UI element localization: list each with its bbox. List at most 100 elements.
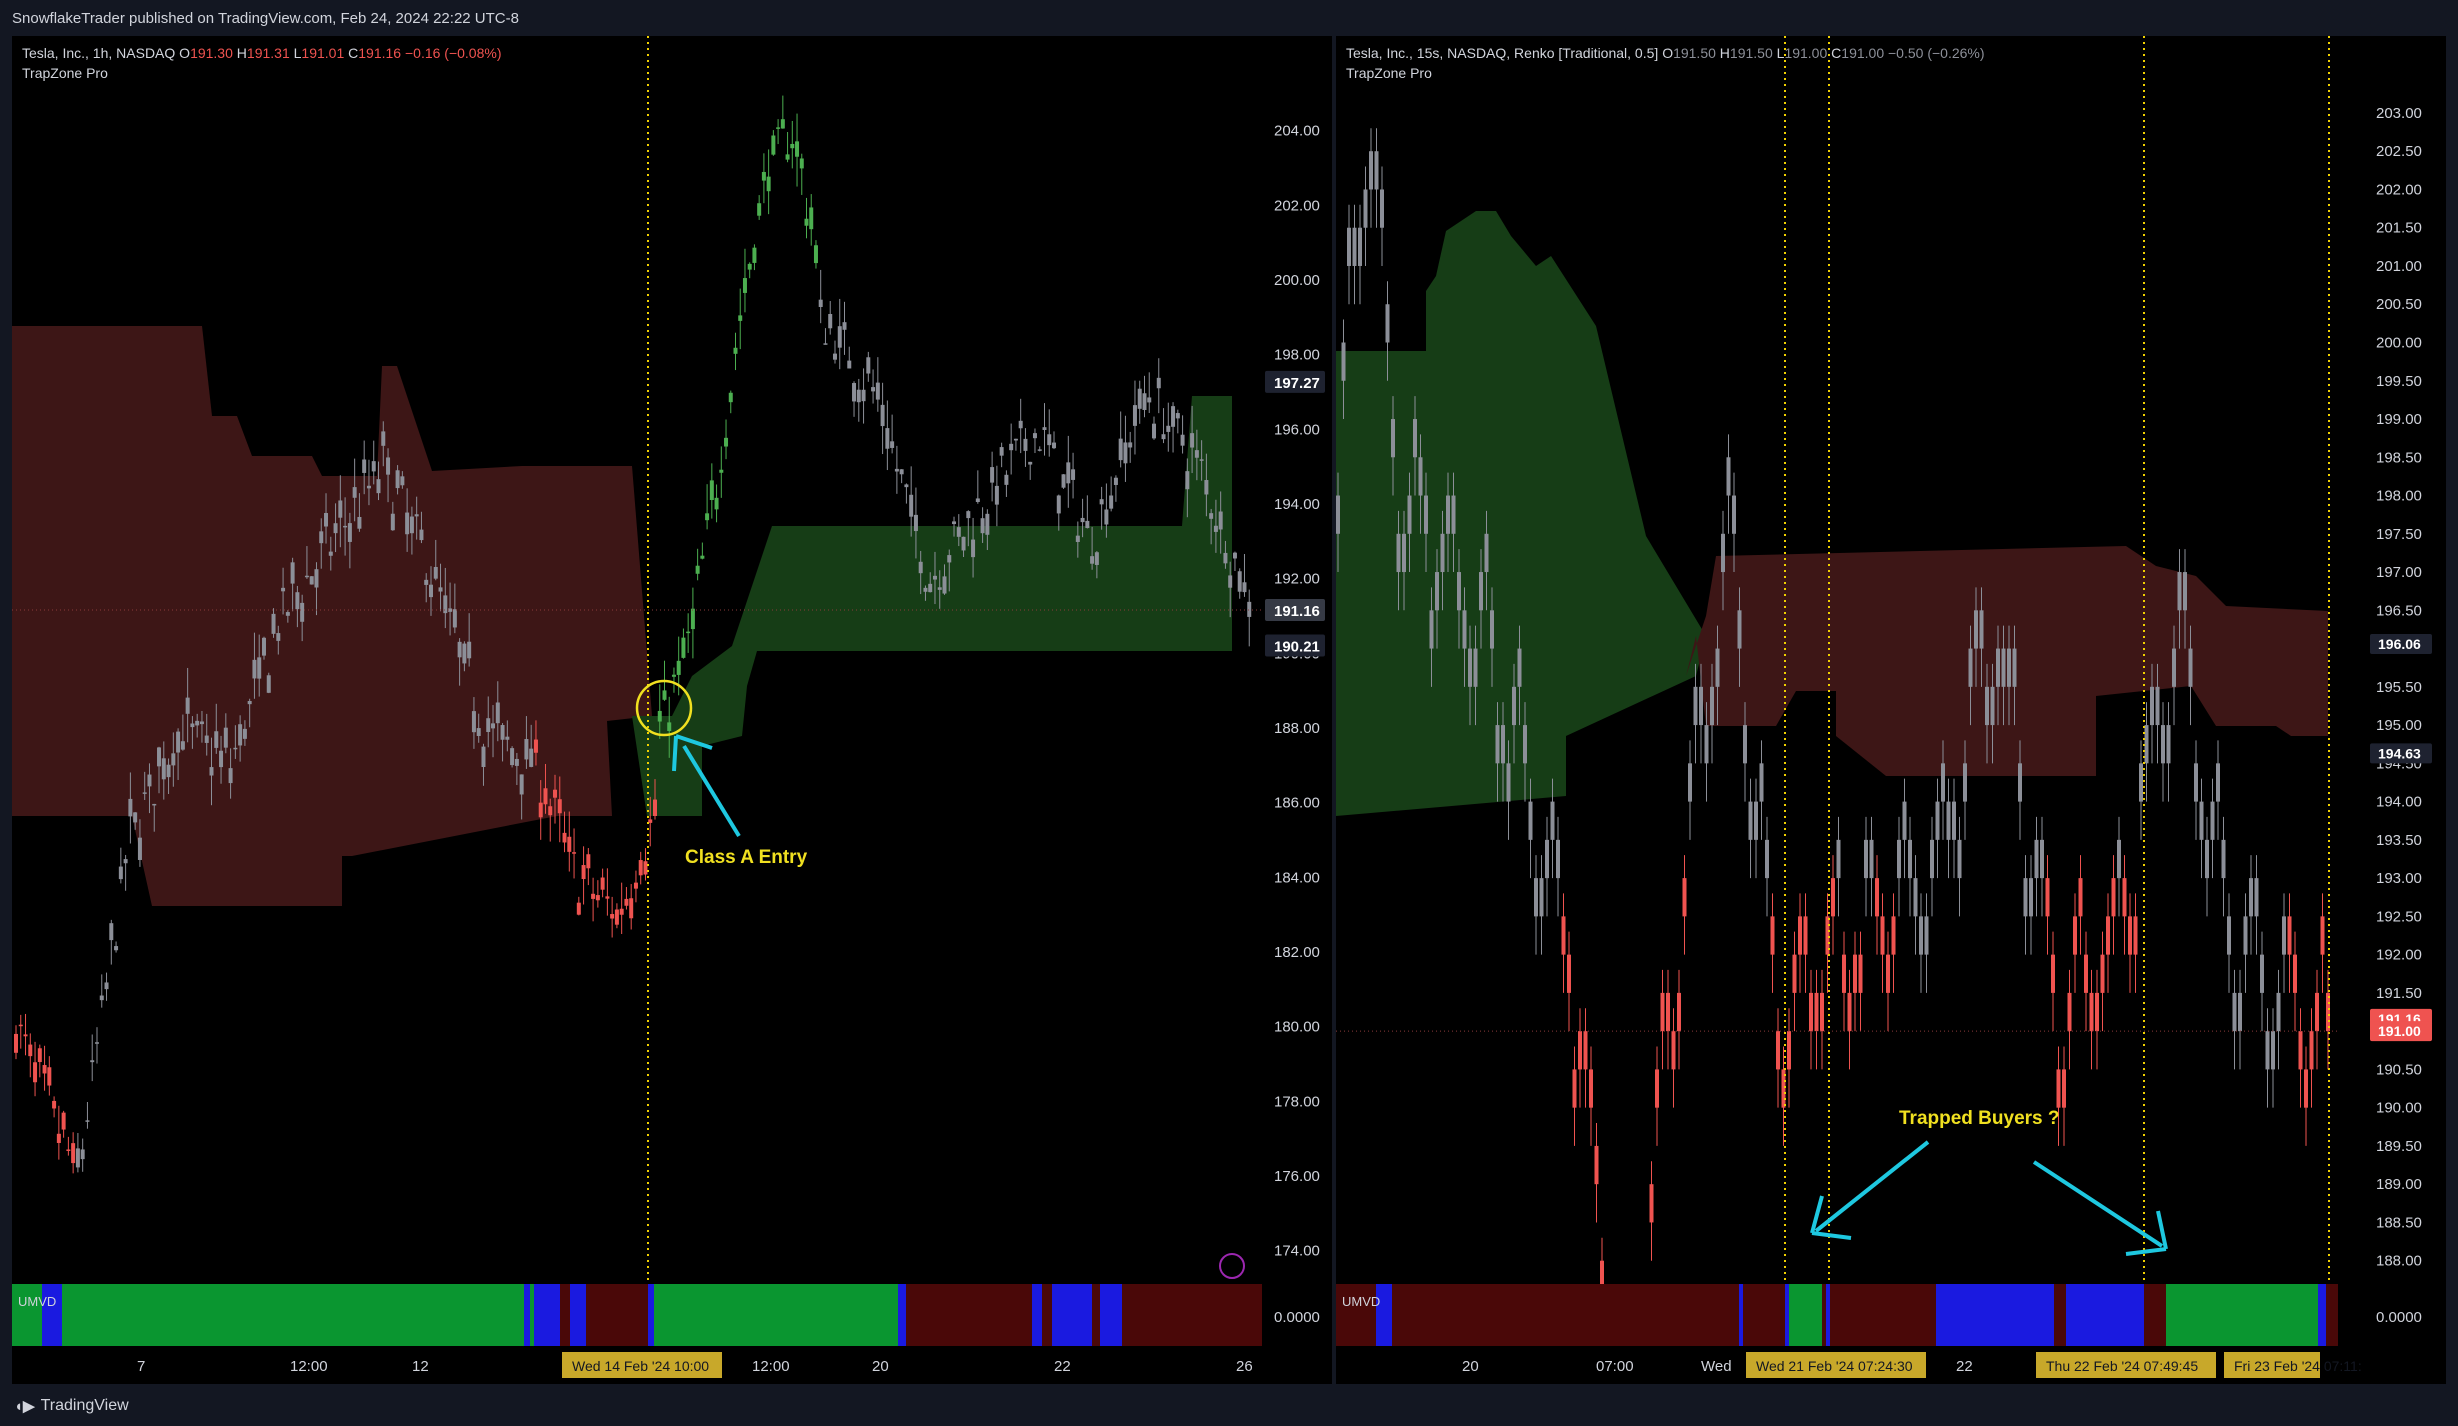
renko-brick[interactable] <box>1831 878 1835 917</box>
candle-body[interactable] <box>233 747 238 750</box>
candle-body[interactable] <box>14 1033 18 1053</box>
candle-body[interactable] <box>871 387 876 392</box>
renko-brick[interactable] <box>2128 916 2132 955</box>
renko-brick[interactable] <box>2238 992 2242 1032</box>
candle-body[interactable] <box>266 675 271 693</box>
candle-body[interactable] <box>261 637 266 656</box>
renko-brick[interactable] <box>1677 992 1681 1032</box>
candle-body[interactable] <box>362 459 367 473</box>
candle-body[interactable] <box>1071 469 1076 480</box>
candle-body[interactable] <box>890 441 895 448</box>
candle-body[interactable] <box>281 587 286 592</box>
candle-body[interactable] <box>242 728 247 739</box>
renko-brick[interactable] <box>1512 686 1516 726</box>
candle-body[interactable] <box>133 812 138 823</box>
candle-body[interactable] <box>652 799 657 816</box>
candle-body[interactable] <box>33 1062 38 1083</box>
renko-brick[interactable] <box>1743 725 1747 764</box>
candle-body[interactable] <box>619 908 624 915</box>
renko-brick[interactable] <box>2095 992 2099 1032</box>
candle-body[interactable] <box>1094 552 1099 565</box>
candle-body[interactable] <box>1194 450 1199 458</box>
candle-body[interactable] <box>832 353 837 360</box>
renko-brick[interactable] <box>1374 151 1379 190</box>
renko-brick[interactable] <box>1528 801 1533 840</box>
candle-body[interactable] <box>1109 495 1114 509</box>
renko-brick[interactable] <box>1440 533 1445 573</box>
candle-body[interactable] <box>1142 393 1147 411</box>
renko-brick[interactable] <box>1484 533 1489 573</box>
candle-body[interactable] <box>676 660 681 675</box>
candle-body[interactable] <box>147 774 152 787</box>
candle-body[interactable] <box>1223 552 1228 564</box>
candle-body[interactable] <box>1209 513 1214 519</box>
renko-brick[interactable] <box>1869 839 1874 879</box>
candle-body[interactable] <box>1113 477 1118 485</box>
renko-brick[interactable] <box>2100 954 2105 993</box>
renko-brick[interactable] <box>1930 839 1934 879</box>
renko-brick[interactable] <box>1341 342 1346 381</box>
renko-brick[interactable] <box>1517 648 1522 687</box>
candle-body[interactable] <box>452 609 457 628</box>
renko-brick[interactable] <box>1583 1031 1588 1070</box>
renko-brick[interactable] <box>1352 227 1357 266</box>
renko-brick[interactable] <box>1710 686 1714 726</box>
candle-body[interactable] <box>952 521 957 525</box>
renko-brick[interactable] <box>2293 954 2297 993</box>
candle-body[interactable] <box>1075 535 1080 542</box>
renko-brick[interactable] <box>2089 992 2094 1032</box>
candle-body[interactable] <box>1052 442 1057 449</box>
renko-brick[interactable] <box>2199 801 2204 840</box>
candle-body[interactable] <box>1018 420 1023 429</box>
candle-body[interactable] <box>37 1048 42 1063</box>
renko-brick[interactable] <box>2023 878 2028 917</box>
renko-brick[interactable] <box>1655 1069 1659 1108</box>
candle-body[interactable] <box>961 536 966 551</box>
candle-body[interactable] <box>966 511 971 519</box>
candle-body[interactable] <box>875 382 880 400</box>
candle-body[interactable] <box>1037 449 1042 451</box>
candle-body[interactable] <box>557 799 562 814</box>
candle-body[interactable] <box>799 158 804 169</box>
candle-body[interactable] <box>1080 517 1085 523</box>
renko-brick[interactable] <box>1506 763 1511 802</box>
renko-brick[interactable] <box>2298 1031 2303 1070</box>
renko-brick[interactable] <box>2232 992 2237 1032</box>
renko-brick[interactable] <box>2012 648 2017 687</box>
candle-body[interactable] <box>990 467 995 483</box>
candle-body[interactable] <box>795 141 800 157</box>
candle-body[interactable] <box>66 1149 71 1151</box>
renko-brick[interactable] <box>1391 419 1395 458</box>
renko-brick[interactable] <box>1462 610 1467 649</box>
renko-brick[interactable] <box>1974 610 1978 649</box>
candle-body[interactable] <box>514 758 519 766</box>
candle-body[interactable] <box>856 389 861 403</box>
renko-brick[interactable] <box>1688 763 1692 802</box>
renko-brick[interactable] <box>1952 801 1956 840</box>
candle-body[interactable] <box>909 494 914 517</box>
renko-brick[interactable] <box>2001 648 2006 687</box>
renko-brick[interactable] <box>1385 304 1390 343</box>
candle-body[interactable] <box>738 315 743 321</box>
candle-body[interactable] <box>1056 495 1061 514</box>
candle-body[interactable] <box>761 171 766 181</box>
candle-body[interactable] <box>47 1067 52 1086</box>
renko-brick[interactable] <box>2183 572 2187 611</box>
candle-body[interactable] <box>314 569 319 588</box>
candle-body[interactable] <box>1175 413 1180 419</box>
renko-brick[interactable] <box>1897 839 1901 879</box>
renko-brick[interactable] <box>2084 954 2088 993</box>
renko-brick[interactable] <box>1732 495 1736 534</box>
candle-body[interactable] <box>1066 462 1071 484</box>
renko-brick[interactable] <box>1985 686 1989 726</box>
renko-brick[interactable] <box>2271 1031 2275 1070</box>
renko-brick[interactable] <box>1649 1184 1654 1223</box>
candle-body[interactable] <box>1161 434 1166 440</box>
candle-body[interactable] <box>209 767 214 776</box>
renko-brick[interactable] <box>1589 1069 1593 1108</box>
candle-body[interactable] <box>1218 511 1223 530</box>
candle-body[interactable] <box>985 513 990 535</box>
candle-body[interactable] <box>742 278 747 293</box>
candle-body[interactable] <box>747 263 752 270</box>
renko-brick[interactable] <box>1809 992 1813 1032</box>
